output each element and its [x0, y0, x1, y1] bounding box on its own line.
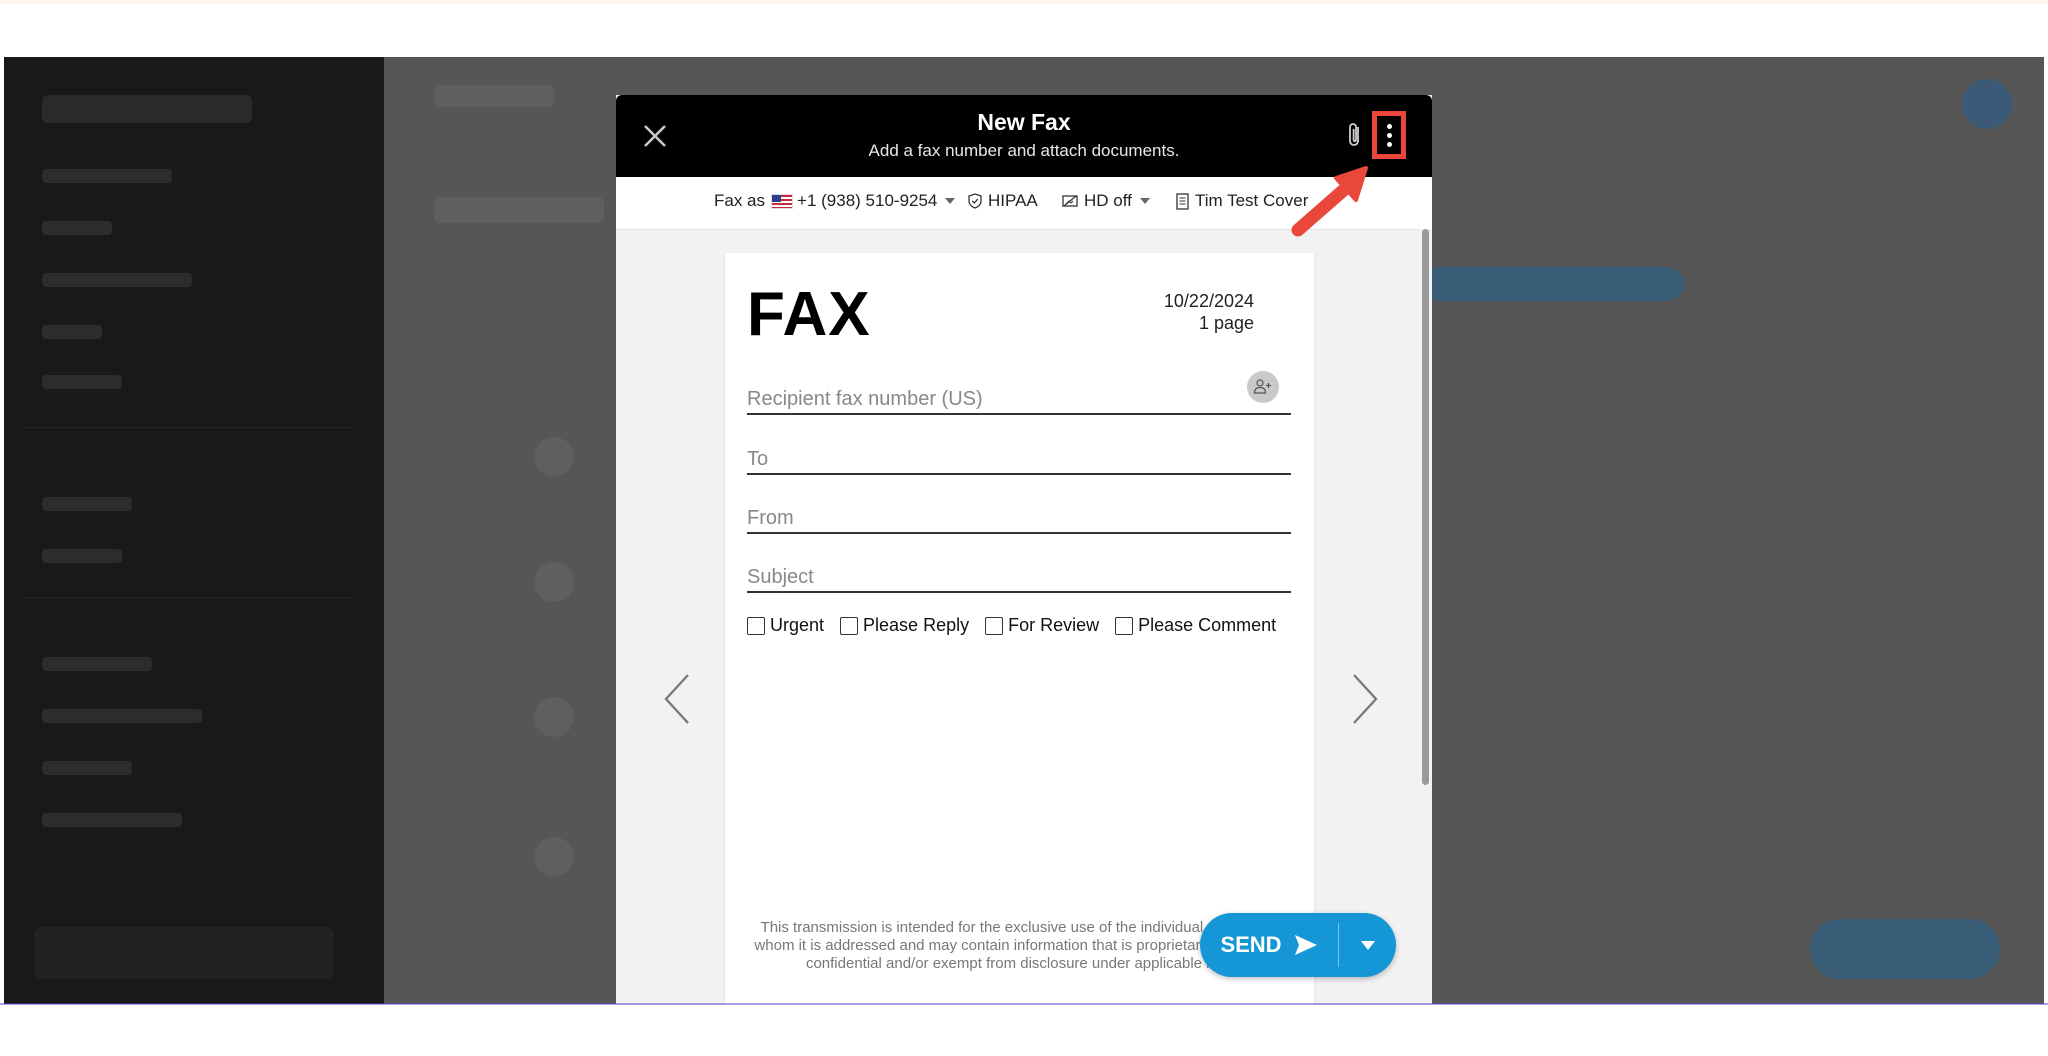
- subject-field[interactable]: Subject: [747, 553, 1291, 593]
- add-contact-icon: [1253, 379, 1271, 394]
- background-row: [534, 697, 574, 737]
- send-label: SEND: [1220, 932, 1282, 957]
- send-icon: [1294, 935, 1317, 955]
- send-button[interactable]: SEND: [1200, 913, 1338, 977]
- from-placeholder: From: [747, 507, 794, 529]
- send-options-button[interactable]: [1339, 913, 1396, 977]
- shield-icon: [968, 193, 982, 209]
- send-button-group: SEND: [1200, 913, 1396, 977]
- pointer-arrow-icon: [1291, 166, 1368, 237]
- fax-as-selector[interactable]: Fax as +1 (938) 510-9254: [714, 191, 956, 211]
- top-strip: [0, 0, 2048, 4]
- sidebar-item: [42, 273, 192, 287]
- bottom-accent: [0, 1003, 2048, 1005]
- subject-placeholder: Subject: [747, 566, 814, 588]
- sidebar-item: [42, 221, 112, 235]
- flag-us-icon: [771, 193, 794, 209]
- fax-as-label: Fax as: [714, 191, 766, 210]
- fax-cover-page: FAX 10/22/2024 1 page Recipient fax numb…: [725, 253, 1314, 1005]
- sidebar-item: [42, 657, 152, 671]
- caret-down-icon: [1360, 940, 1375, 950]
- sidebar-item: [42, 375, 122, 389]
- chevron-left-icon: [664, 674, 689, 724]
- please-reply-label: Please Reply: [863, 615, 970, 635]
- sidebar-item: [42, 761, 132, 775]
- fax-page-count: 1 page: [1198, 313, 1254, 333]
- previous-page-button[interactable]: [658, 671, 698, 731]
- app-logo: [42, 95, 252, 123]
- hipaa-label: HIPAA: [988, 191, 1038, 210]
- avatar: [1962, 79, 2012, 129]
- chevron-right-icon: [1353, 674, 1378, 724]
- background-row: [534, 837, 574, 877]
- recipient-fax-field[interactable]: Recipient fax number (US): [747, 371, 1291, 415]
- checkbox-box[interactable]: [1115, 616, 1134, 635]
- hipaa-toggle[interactable]: HIPAA: [968, 191, 1038, 211]
- more-vertical-icon: [1386, 123, 1392, 129]
- fax-flags: Urgent Please Reply For Review Please Co…: [747, 615, 1307, 636]
- background-filter: [1424, 267, 1684, 301]
- hd-selector[interactable]: HD off: [1062, 191, 1150, 211]
- modal-title: New Fax: [977, 109, 1071, 135]
- to-field[interactable]: To: [747, 435, 1291, 475]
- urgent-label: Urgent: [770, 615, 825, 635]
- sidebar-item: [42, 709, 202, 723]
- urgent-checkbox[interactable]: Urgent: [747, 615, 824, 636]
- please-comment-checkbox[interactable]: Please Comment: [1115, 615, 1276, 636]
- to-placeholder: To: [747, 448, 769, 470]
- for-review-label: For Review: [1008, 615, 1100, 635]
- background-title: [434, 197, 604, 223]
- please-comment-label: Please Comment: [1138, 615, 1277, 635]
- more-options-button[interactable]: [1372, 111, 1406, 159]
- chevron-down-icon: [1139, 198, 1150, 204]
- for-review-checkbox[interactable]: For Review: [985, 615, 1099, 636]
- sidebar-item: [42, 813, 182, 827]
- background-row: [534, 437, 574, 477]
- background-toolbar: [434, 85, 554, 107]
- checkbox-box[interactable]: [747, 616, 765, 635]
- checkbox-box[interactable]: [985, 616, 1004, 635]
- fax-number: +1 (938) 510-9254: [797, 191, 938, 210]
- sidebar-account: [34, 927, 334, 979]
- sidebar-item: [42, 169, 172, 183]
- sidebar-divider: [24, 427, 354, 428]
- paperclip-icon: [1349, 123, 1359, 146]
- sidebar-item: [42, 549, 122, 563]
- please-reply-checkbox[interactable]: Please Reply: [840, 615, 969, 636]
- hd-icon: [1062, 195, 1078, 207]
- chevron-down-icon: [945, 198, 956, 204]
- cover-page-icon: [1176, 192, 1189, 210]
- attach-button[interactable]: [1346, 121, 1368, 151]
- sidebar-divider: [24, 597, 354, 598]
- sidebar-item: [42, 497, 132, 511]
- fax-date: 10/22/2024: [1163, 291, 1254, 311]
- add-contact-button[interactable]: [1247, 371, 1279, 403]
- more-vertical-icon: [1386, 132, 1392, 138]
- sidebar: [4, 57, 384, 1004]
- scrollbar-thumb[interactable]: [1422, 229, 1429, 785]
- fax-heading: FAX: [747, 280, 871, 349]
- background-row: [534, 562, 574, 602]
- checkbox-box[interactable]: [840, 616, 859, 635]
- more-vertical-icon: [1386, 141, 1392, 147]
- recipient-fax-placeholder: Recipient fax number (US): [747, 388, 983, 410]
- background-button: [1810, 919, 2000, 979]
- from-field[interactable]: From: [747, 494, 1291, 534]
- sidebar-item: [42, 325, 102, 339]
- next-page-button[interactable]: [1344, 671, 1384, 731]
- hd-label: HD off: [1084, 191, 1132, 210]
